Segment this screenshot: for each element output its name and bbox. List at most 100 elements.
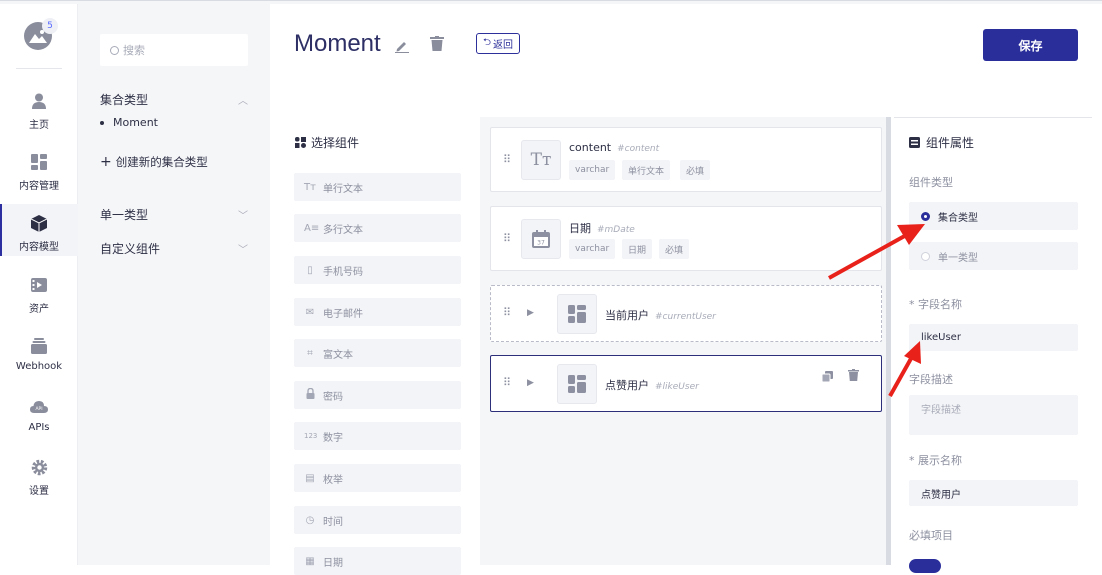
rail-item-label: 内容管理 [19,181,59,192]
field-tag: 必填 [659,239,690,259]
rail-item-home[interactable]: 主页 [0,88,78,140]
expand-caret-icon[interactable]: ▶ [527,378,534,388]
email-icon: ✉ [305,306,315,318]
field-desc-textarea[interactable]: 字段描述 [909,395,1078,435]
text-type-icon: Tт [521,140,561,180]
calendar-icon: 37 [521,219,561,259]
content-type-sidebar: 搜索 集合类型 ︿ Moment + 创建新的集合类型 单一类型 ﹀ 自定义组件 … [78,4,270,565]
rail-item-label: Webhook [15,361,63,372]
rail-item-content[interactable]: 内容管理 [0,149,78,201]
radio-selected-icon[interactable] [921,211,930,221]
picker-item-label: 手机号码 [323,266,363,278]
rich-text-icon: ⌗ [307,347,313,359]
plus-icon: + [100,154,112,170]
field-card-date[interactable]: ⠿ 37 日期 #mDate varchar 日期 必填 [490,206,882,271]
picker-item-phone[interactable]: ▯ 手机号码 [294,256,461,284]
search-placeholder: 搜索 [123,44,145,57]
search-icon [110,45,119,55]
drag-handle-icon[interactable]: ⠿ [503,232,511,245]
single-types-label: 单一类型 [100,208,149,222]
pencil-icon[interactable] [395,38,409,57]
field-name-text: 点赞用户 [605,379,649,392]
picker-item-multi-line-text[interactable]: A≡ 多行文本 [294,214,461,242]
custom-components-header[interactable]: 自定义组件 ﹀ [100,240,248,257]
collection-types-label: 集合类型 [100,93,149,107]
drag-handle-icon[interactable]: ⠿ [503,376,511,389]
drag-handle-icon[interactable]: ⠿ [503,306,511,319]
chevron-down-icon: ﹀ [238,211,248,222]
single-types-header[interactable]: 单一类型 ﹀ [100,206,248,223]
back-button-label: 返回 [493,40,514,51]
drag-handle-icon[interactable]: ⠿ [503,153,511,166]
back-button[interactable]: ⮌ 返回 [476,33,521,54]
rail-item-apis[interactable]: API APIs [0,394,78,446]
collection-item-moment[interactable]: Moment [100,116,158,129]
properties-title-label: 组件属性 [926,136,975,150]
field-card-current-user[interactable]: ⠿ ▶ 当前用户 #currentUser [490,285,882,342]
picker-item-date[interactable]: ▦ 日期 [294,547,461,575]
rail-divider [16,68,62,69]
notification-badge: 5 [42,18,58,34]
picker-item-label: 日期 [323,557,343,569]
trash-icon[interactable] [430,36,444,55]
type-option-single[interactable]: 单一类型 [909,242,1078,270]
picker-item-label: 单行文本 [323,183,363,195]
page-title: Moment [294,30,381,57]
calendar-icon-day: 37 [537,240,545,247]
properties-icon [909,137,920,148]
type-option-collection[interactable]: 集合类型 [909,202,1078,230]
radio-unselected-icon[interactable] [921,251,930,261]
picker-item-email[interactable]: ✉ 电子邮件 [294,298,461,326]
api-cloud-icon: API [30,398,48,416]
field-name-input[interactable]: likeUser [909,324,1078,351]
picker-item-single-line-text[interactable]: Tт 单行文本 [294,173,461,201]
trash-icon[interactable] [848,366,859,385]
picker-item-label: 时间 [323,516,343,528]
rail-item-assets[interactable]: 资产 [0,272,78,324]
type-option-label: 单一类型 [938,252,978,264]
field-name: content #content [569,141,659,154]
field-card-content[interactable]: ⠿ Tт content #content varchar 单行文本 必填 [490,127,882,192]
enum-icon: ▤ [305,472,315,484]
user-icon [30,92,48,110]
field-key: #likeUser [655,382,699,392]
save-button[interactable]: 保存 [983,29,1078,61]
field-card-like-user[interactable]: ⠿ ▶ 点赞用户 #likeUser [490,355,882,412]
rail-item-settings[interactable]: 设置 [0,454,78,506]
field-name-label: * 字段名称 [909,298,962,311]
expand-caret-icon[interactable]: ▶ [527,308,534,318]
create-collection-link[interactable]: + 创建新的集合类型 [100,154,208,170]
picker-item-time[interactable]: ◷ 时间 [294,506,461,534]
component-picker-label: 选择组件 [311,136,360,150]
search-input[interactable]: 搜索 [100,34,248,66]
picker-item-label: 密码 [323,391,343,403]
collection-item-label: Moment [113,116,158,129]
picker-item-label: 枚举 [323,474,343,486]
picker-item-number[interactable]: 123 数字 [294,422,461,450]
rail-item-content-model[interactable]: 内容模型 [0,204,78,256]
picker-item-password[interactable]: 密码 [294,381,461,409]
collection-types-header[interactable]: 集合类型 ︿ [100,91,248,108]
field-name-text: 日期 [569,222,591,235]
required-toggle[interactable] [909,559,941,573]
picker-item-enum[interactable]: ▤ 枚举 [294,464,461,492]
field-key: #content [617,144,660,154]
field-tag: 日期 [622,239,653,259]
create-collection-label: 创建新的集合类型 [115,155,208,169]
field-name: 点赞用户 #likeUser [605,377,699,393]
copy-icon[interactable] [821,367,833,386]
field-tag: varchar [569,160,616,180]
canvas-scrollbar[interactable] [886,117,891,565]
multiline-text-icon: A≡ [304,222,320,234]
display-name-input[interactable]: 点赞用户 [909,480,1078,506]
rail-item-label: 主页 [29,120,49,131]
components-icon [295,137,306,148]
media-icon [30,276,48,294]
dashboard-icon [30,153,48,171]
field-tag: 必填 [680,160,711,180]
primary-nav-rail: 5 主页 内容管理 内容模型 资产 Webhook API APIs 设置 [0,4,78,565]
rail-item-label: 内容模型 [19,242,59,253]
chevron-down-icon: ﹀ [238,245,248,256]
rail-item-webhook[interactable]: Webhook [0,333,78,385]
picker-item-rich-text[interactable]: ⌗ 富文本 [294,339,461,367]
